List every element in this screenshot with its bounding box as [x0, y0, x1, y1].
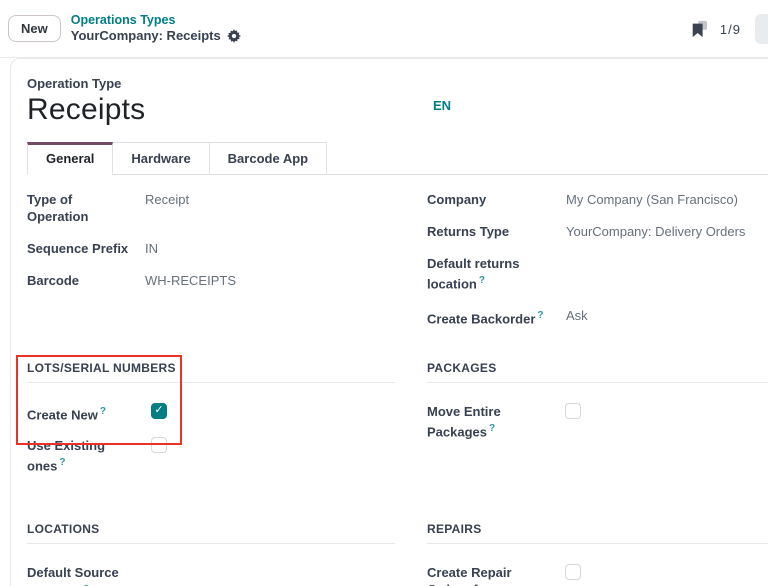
field-value[interactable]: IN [145, 240, 158, 257]
field-default-source-location: Default Source Location? [27, 564, 395, 586]
page-title[interactable]: Receipts [27, 93, 768, 127]
field-label-text: Default Source Location [27, 565, 119, 586]
field-label: Default Source Location? [27, 564, 166, 586]
field-value[interactable]: My Company (San Francisco) [566, 191, 738, 208]
field-default-returns-location: Default returns location? [427, 255, 768, 292]
breadcrumb-parent-link[interactable]: Operations Types [71, 13, 241, 29]
field-value[interactable]: Ask [566, 307, 588, 327]
tab-general[interactable]: General [27, 142, 113, 175]
tab-hardware[interactable]: Hardware [113, 142, 209, 174]
field-move-entire-packages: Move Entire Packages? [427, 403, 768, 440]
field-value[interactable]: Receipt [145, 191, 189, 225]
operation-type-label: Operation Type [27, 76, 768, 91]
breadcrumb: Operations Types YourCompany: Receipts [71, 13, 241, 45]
field-label-text: Create Repair Orders from Returns [427, 565, 512, 586]
field-label: Default returns location? [427, 255, 566, 292]
field-label: Use Existing ones? [27, 437, 151, 474]
field-type-of-operation: Type of Operation Receipt [27, 191, 395, 225]
section-repairs: REPAIRS Create Repair Orders from Return… [427, 522, 768, 586]
help-icon[interactable]: ? [489, 423, 495, 434]
new-button[interactable]: New [8, 15, 61, 42]
help-icon[interactable]: ? [479, 275, 485, 286]
breadcrumb-current-label: YourCompany: Receipts [71, 28, 221, 44]
pager-next-button[interactable] [755, 14, 768, 44]
section-packages: PACKAGES Move Entire Packages? [427, 361, 768, 454]
group-right-top: Company My Company (San Francisco) Retur… [427, 191, 768, 343]
field-label: Create Repair Orders from Returns? [427, 564, 565, 586]
field-label: Create New? [27, 403, 151, 423]
bookmark-icon[interactable] [690, 20, 708, 38]
field-value[interactable]: YourCompany: Delivery Orders [566, 223, 745, 240]
field-barcode: Barcode WH-RECEIPTS [27, 272, 395, 289]
field-value[interactable]: WH-RECEIPTS [145, 272, 236, 289]
section-title: REPAIRS [427, 522, 768, 544]
field-create-repair-orders: Create Repair Orders from Returns? [427, 564, 768, 586]
help-icon[interactable]: ? [537, 310, 543, 321]
form-body: Type of Operation Receipt Sequence Prefi… [27, 191, 768, 586]
field-label: Returns Type [427, 223, 566, 240]
field-label: Move Entire Packages? [427, 403, 565, 440]
gear-icon[interactable] [227, 29, 241, 43]
field-label: Company [427, 191, 566, 208]
section-title: PACKAGES [427, 361, 768, 383]
field-label: Sequence Prefix [27, 240, 145, 257]
notebook-tabs: General Hardware Barcode App [27, 142, 768, 175]
use-existing-ones-checkbox[interactable] [151, 437, 167, 453]
field-label-text: Use Existing ones [27, 438, 105, 473]
create-repair-orders-checkbox[interactable] [565, 564, 581, 580]
field-sequence-prefix: Sequence Prefix IN [27, 240, 395, 257]
field-label: Type of Operation [27, 191, 145, 225]
group-left-top: Type of Operation Receipt Sequence Prefi… [27, 191, 395, 304]
field-create-new: Create New? [27, 403, 395, 423]
pager-count: 1/9 [720, 22, 741, 37]
section-title: LOTS/SERIAL NUMBERS [27, 361, 395, 383]
section-title: LOCATIONS [27, 522, 395, 544]
form-sheet: Operation Type Receipts EN General Hardw… [10, 58, 768, 586]
translation-language-badge[interactable]: EN [433, 98, 451, 113]
control-panel: New Operations Types YourCompany: Receip… [0, 0, 768, 58]
field-label: Barcode [27, 272, 145, 289]
breadcrumb-current: YourCompany: Receipts [71, 28, 241, 44]
field-returns-type: Returns Type YourCompany: Delivery Order… [427, 223, 768, 240]
section-lots-serial-numbers: LOTS/SERIAL NUMBERS Create New? Use Exis… [27, 361, 395, 489]
field-label: Create Backorder? [427, 307, 566, 327]
field-label-text: Default returns location [427, 256, 519, 291]
field-label-text: Create Backorder [427, 312, 535, 327]
field-label-text: Create New [27, 407, 98, 422]
field-create-backorder: Create Backorder? Ask [427, 307, 768, 327]
tab-barcode-app[interactable]: Barcode App [210, 142, 327, 174]
pager-area: 1/9 [690, 0, 768, 58]
create-new-checkbox[interactable] [151, 403, 167, 419]
help-icon[interactable]: ? [100, 406, 106, 417]
section-locations: LOCATIONS Default Source Location? Defau… [27, 522, 395, 586]
move-entire-packages-checkbox[interactable] [565, 403, 581, 419]
field-company: Company My Company (San Francisco) [427, 191, 768, 208]
field-use-existing-ones: Use Existing ones? [27, 437, 395, 474]
help-icon[interactable]: ? [59, 457, 65, 468]
